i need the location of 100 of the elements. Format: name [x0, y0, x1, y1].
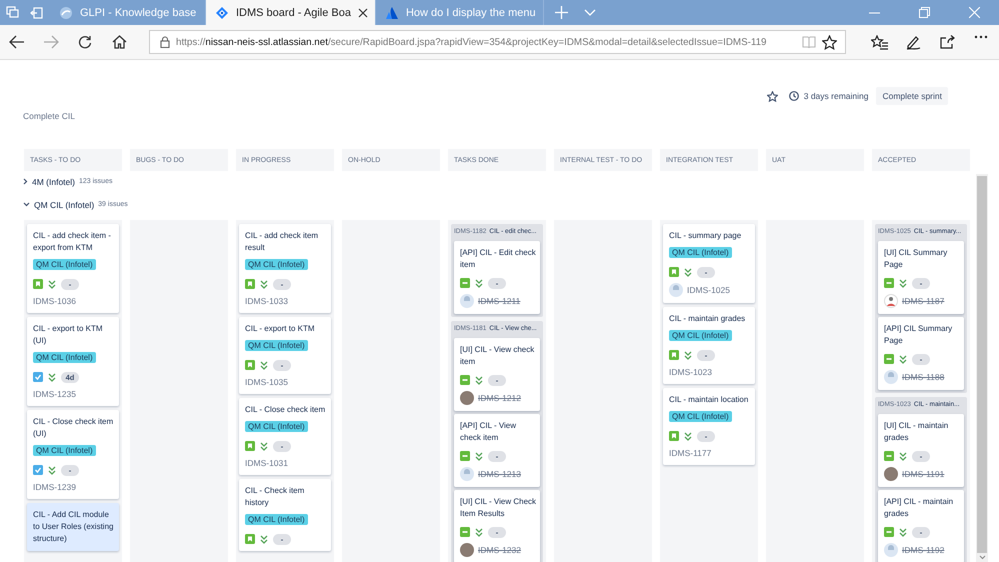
- globe-icon: [59, 6, 73, 20]
- card-summary: CIL - add check item - export from KTM: [33, 230, 112, 254]
- home-icon[interactable]: [112, 35, 126, 49]
- tab-preview-icon[interactable]: [6, 6, 18, 19]
- issue-key[interactable]: IDMS-1177: [669, 447, 712, 459]
- issue-key[interactable]: IDMS-1036: [33, 295, 76, 307]
- favorites-icon[interactable]: [870, 34, 888, 50]
- scroll-down-icon[interactable]: [978, 555, 986, 560]
- card-summary: [API] CIL - View check item: [460, 420, 518, 444]
- issue-key[interactable]: IDMS-1213: [478, 468, 521, 480]
- set-aside-tabs-icon[interactable]: [30, 6, 42, 18]
- double-chevron-down-icon: [475, 376, 483, 384]
- bookmark-icon: [245, 360, 255, 370]
- epic-label: QM CIL (Infotel): [669, 411, 732, 422]
- checkbox-icon: [33, 465, 43, 475]
- avatar-icon: [460, 391, 474, 405]
- address-bar[interactable]: https://nissan-neis-ssl.atlassian.net/secure/RapidBoard.jspa?rapidView=354&projectKey=IDMS&modal=detail&selectedIssue=IDMS-119: [149, 30, 846, 54]
- star-icon[interactable]: [766, 90, 778, 102]
- epic-label: QM CIL (Infotel): [245, 340, 308, 351]
- avatar-icon: [884, 370, 898, 384]
- swimlane-title[interactable]: QM CIL (Infotel): [34, 200, 94, 210]
- avatar-icon: [884, 543, 898, 557]
- browser-tab[interactable]: IDMS board - Agile Boa: [206, 0, 376, 25]
- bookmark-icon: [669, 267, 679, 277]
- avatar-icon: [460, 294, 474, 308]
- card-summary: CIL - add check item result: [245, 230, 320, 254]
- epic-label: QM CIL (Infotel): [669, 247, 732, 258]
- double-chevron-down-icon: [48, 372, 56, 382]
- new-tab-icon[interactable]: [555, 6, 568, 19]
- caret-down-icon[interactable]: [23, 202, 30, 207]
- card-summary: CIL - Close check item: [245, 404, 326, 416]
- double-chevron-down-icon: [899, 278, 907, 288]
- restore-icon[interactable]: [918, 7, 930, 18]
- share-icon[interactable]: [940, 34, 954, 48]
- epic-label: QM CIL (Infotel): [669, 330, 732, 341]
- card-summary: CIL - summary page: [669, 230, 742, 242]
- card-summary: [UI] CIL - View check item: [460, 344, 536, 368]
- issue-card[interactable]: CIL - Add CIL module to User Roles (existing structure): [27, 503, 119, 551]
- card-summary: [UI] CIL Summary Page: [884, 247, 948, 271]
- minus-square-icon: [884, 278, 894, 288]
- card-summary: [API] CIL - Edit check item: [460, 247, 537, 271]
- chevron-down-icon[interactable]: [584, 9, 596, 16]
- minimize-icon[interactable]: [868, 12, 880, 14]
- avatar-icon: [884, 294, 898, 308]
- double-chevron-down-icon: [899, 528, 907, 536]
- card-summary: [API] CIL - maintain grades: [884, 496, 954, 520]
- scrollbar-drawing[interactable]: [976, 174, 988, 562]
- issue-key[interactable]: IDMS-1239: [33, 481, 76, 493]
- issue-key[interactable]: IDMS-1033: [245, 295, 288, 307]
- issue-key[interactable]: IDMS-1035: [245, 376, 288, 388]
- double-chevron-down-icon: [260, 360, 268, 370]
- issue-key[interactable]: IDMS-1232: [478, 544, 521, 556]
- epic-label: QM CIL (Infotel): [245, 514, 308, 525]
- card-summary: CIL - Add CIL module to User Roles (existing structure): [33, 509, 114, 545]
- double-chevron-down-icon: [260, 534, 268, 544]
- card-summary: [UI] CIL - View Check Item Results: [460, 496, 537, 520]
- double-chevron-down-icon: [260, 442, 268, 450]
- epic-label: QM CIL (Infotel): [33, 259, 96, 270]
- close-icon[interactable]: [358, 8, 368, 18]
- minus-square-icon: [460, 278, 470, 288]
- issue-key[interactable]: IDMS-1235: [33, 388, 76, 400]
- issue-key[interactable]: IDMS-1188: [902, 371, 944, 383]
- bookmark-icon: [33, 279, 43, 289]
- sprint-goal: Complete CIL: [23, 111, 75, 121]
- diamond-logo-icon: [215, 6, 229, 20]
- epic-label: QM CIL (Infotel): [33, 445, 96, 456]
- complete-sprint-button[interactable]: Complete sprint: [876, 87, 948, 105]
- issue-key[interactable]: IDMS-1192: [902, 544, 944, 556]
- swimlane-title[interactable]: 4M (Infotel): [32, 176, 75, 186]
- triangle-logo-icon: [384, 6, 399, 20]
- checkbox-icon: [33, 372, 43, 382]
- avatar-icon: [460, 543, 474, 557]
- pen-icon[interactable]: [906, 34, 920, 50]
- issue-key[interactable]: IDMS-1031: [245, 457, 288, 469]
- double-chevron-down-icon: [684, 268, 692, 276]
- issue-key[interactable]: IDMS-1187: [902, 295, 944, 307]
- bookmark-icon: [669, 350, 679, 360]
- issue-key[interactable]: IDMS-1211: [478, 295, 520, 307]
- lock-icon: [160, 36, 170, 48]
- issue-key[interactable]: IDMS-1191: [902, 468, 944, 480]
- card-summary: CIL - Close check item (UI): [33, 416, 114, 440]
- bookmark-icon: [669, 431, 679, 441]
- back-icon[interactable]: [9, 35, 25, 49]
- refresh-icon[interactable]: [78, 35, 92, 49]
- more-icon[interactable]: [974, 34, 988, 38]
- card-summary: CIL - Check item history: [245, 485, 306, 509]
- issue-key[interactable]: IDMS-1023: [669, 366, 712, 378]
- caret-right-icon[interactable]: [23, 178, 28, 185]
- double-chevron-down-icon: [48, 466, 56, 474]
- star-icon[interactable]: [822, 34, 837, 50]
- issue-key[interactable]: IDMS-1025: [687, 284, 730, 296]
- card-summary: CIL - maintain location: [669, 394, 750, 406]
- double-chevron-down-icon: [475, 452, 483, 460]
- days-remaining-text: 3 days remaining: [804, 91, 868, 101]
- issue-key[interactable]: IDMS-1212: [478, 392, 521, 404]
- epic-label: QM CIL (Infotel): [245, 259, 308, 270]
- bookmark-icon: [245, 279, 255, 289]
- double-chevron-down-icon: [684, 432, 692, 440]
- card-summary: [API] CIL Summary Page: [884, 323, 954, 347]
- epic-label: QM CIL (Infotel): [245, 421, 308, 432]
